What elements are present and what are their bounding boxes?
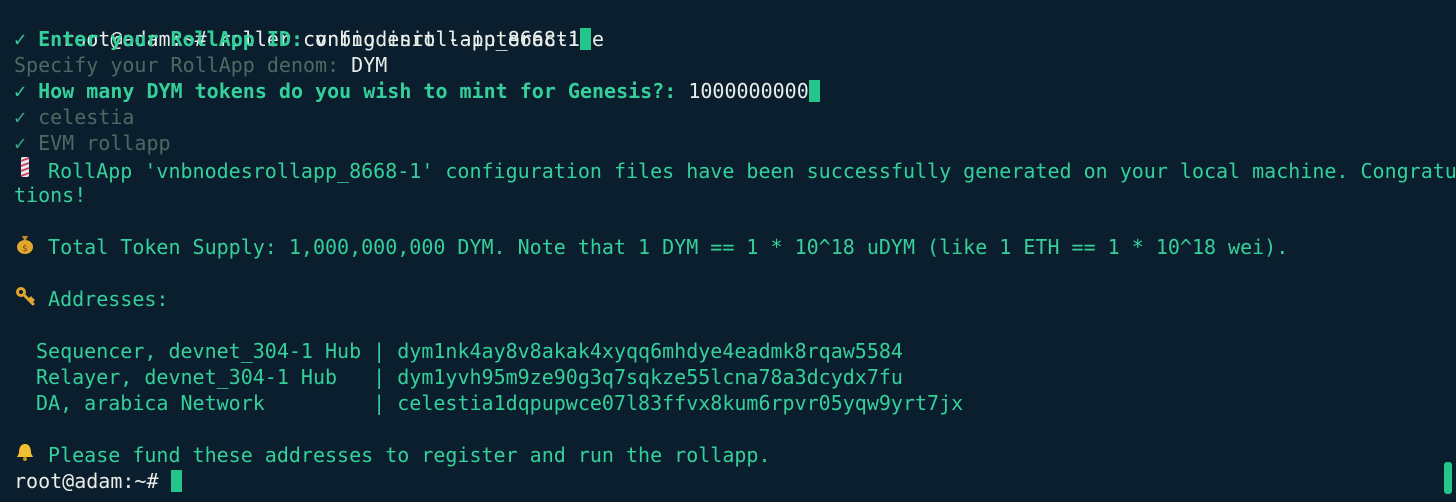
check-icon: ✓ <box>14 79 27 103</box>
fund-message: Please fund these addresses to register … <box>14 442 1456 468</box>
address-separator: | <box>361 391 398 415</box>
address-value: dym1nk4ay8v8akak4xyqq6mhdye4eadmk8rqaw55… <box>397 339 903 363</box>
success-message: RollApp 'vnbnodesrollapp_8668-1' configu… <box>14 156 1456 184</box>
money-bag-icon: $ <box>14 234 36 260</box>
check-icon: ✓ <box>14 131 27 155</box>
step-genesis-mint: ✓ How many DYM tokens do you wish to min… <box>14 78 1456 104</box>
step-value: DYM <box>351 53 388 77</box>
key-icon <box>14 286 36 312</box>
fund-text: Please fund these addresses to register … <box>36 443 771 467</box>
address-name: Sequencer, devnet_304-1 Hub <box>36 339 362 363</box>
prompt-cursor <box>170 470 182 492</box>
address-value: dym1yvh95m9ze90g3q7sqkze55lcna78a3dcydx7… <box>397 365 903 389</box>
address-name: DA, arabica Network <box>36 391 362 415</box>
barber-pole-icon <box>14 156 36 184</box>
prompt-user-host: root@adam:~# <box>14 469 159 493</box>
bell-icon <box>14 442 36 468</box>
command-line: root@adam:~# roller config init --intera… <box>14 0 1456 51</box>
final-prompt-line[interactable]: root@adam:~# <box>14 468 1456 494</box>
step-value: 1000000000 <box>688 79 809 103</box>
input-cursor <box>579 28 591 50</box>
step-label: celestia <box>38 105 135 129</box>
address-separator: | <box>361 339 398 363</box>
check-icon: ✓ <box>14 105 27 129</box>
addresses-heading: Addresses: <box>14 286 1456 312</box>
svg-text:$: $ <box>22 244 28 254</box>
step-label: Enter your RollApp ID: <box>38 27 303 51</box>
success-text-wrap: tions! <box>14 183 87 207</box>
step-rollapp-id: ✓ Enter your RollApp ID: vnbnodesrollapp… <box>14 26 1456 52</box>
success-text: RollApp 'vnbnodesrollapp_8668-1' configu… <box>36 159 1456 183</box>
step-vm-type: ✓ EVM rollapp <box>14 130 1456 156</box>
step-label: Specify your RollApp denom: <box>14 53 340 77</box>
address-separator: | <box>361 365 398 389</box>
step-label: EVM rollapp <box>38 131 171 155</box>
addresses-heading-text: Addresses: <box>36 287 169 311</box>
address-value: celestia1dqpupwce07l83ffvx8kum6rpvr05yqw… <box>397 391 964 415</box>
scrollbar-thumb[interactable] <box>1444 462 1452 494</box>
input-cursor <box>808 80 820 102</box>
supply-text: Total Token Supply: 1,000,000,000 DYM. N… <box>36 235 1289 259</box>
step-da-layer: ✓ celestia <box>14 104 1456 130</box>
step-label: How many DYM tokens do you wish to mint … <box>38 79 677 103</box>
address-name: Relayer, devnet_304-1 Hub <box>36 365 362 389</box>
terminal-window[interactable]: root@adam:~# roller config init --intera… <box>0 0 1456 502</box>
supply-message: $ Total Token Supply: 1,000,000,000 DYM.… <box>14 234 1456 260</box>
address-row-sequencer: Sequencer, devnet_304-1 Hub | dym1nk4ay8… <box>14 338 1456 364</box>
address-row-da: DA, arabica Network | celestia1dqpupwce0… <box>14 390 1456 416</box>
step-denom: Specify your RollApp denom: DYM <box>14 52 1456 78</box>
address-row-relayer: Relayer, devnet_304-1 Hub | dym1yvh95m9z… <box>14 364 1456 390</box>
check-icon: ✓ <box>14 27 27 51</box>
success-message-wrap: tions! <box>14 182 1456 208</box>
step-value: vnbnodesrollapp_8668-1 <box>315 27 580 51</box>
